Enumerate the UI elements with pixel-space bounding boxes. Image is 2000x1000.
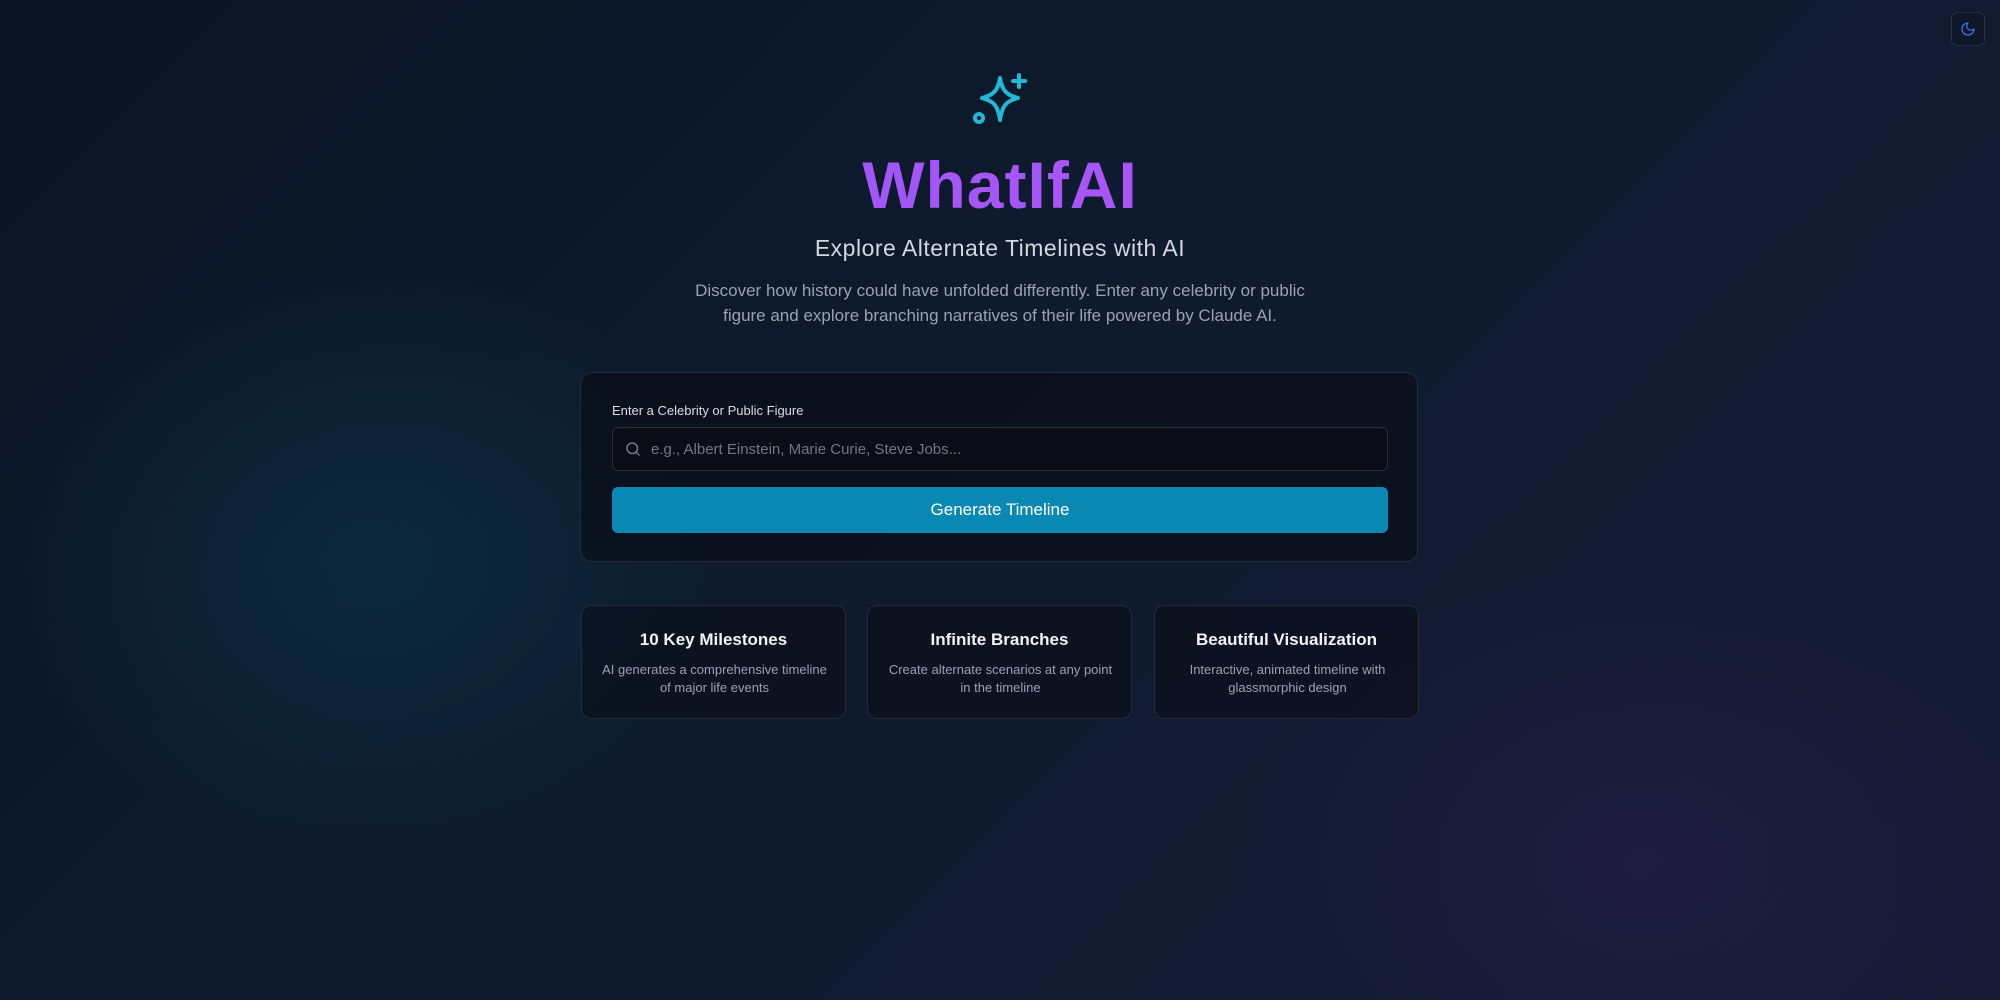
- sparkles-icon: [973, 73, 1027, 124]
- moon-icon: [1961, 22, 1975, 36]
- feature-description: Interactive, animated timeline with glas…: [1189, 662, 1386, 695]
- search-icon: [626, 442, 640, 456]
- search-input[interactable]: [642, 427, 1387, 471]
- feature-description: AI generates a comprehensive timeline of…: [602, 662, 827, 695]
- feature-title: Beautiful Visualization: [1195, 630, 1378, 649]
- page-subtitle: Explore Alternate Timelines with AI: [814, 235, 1186, 261]
- theme-toggle-button[interactable]: [1951, 12, 1985, 46]
- feature-card-milestones: 10 Key Milestones AI generates a compreh…: [581, 605, 846, 719]
- search-field[interactable]: [612, 427, 1388, 471]
- page-description: Discover how history could have unfolded…: [695, 281, 1305, 325]
- generate-timeline-button[interactable]: Generate Timeline: [612, 487, 1388, 533]
- search-card: Enter a Celebrity or Public Figure Gener…: [580, 372, 1418, 562]
- feature-description: Create alternate scenarios at any point …: [888, 662, 1113, 695]
- feature-title: 10 Key Milestones: [639, 630, 788, 649]
- feature-card-branches: Infinite Branches Create alternate scena…: [867, 605, 1132, 719]
- search-field-label: Enter a Celebrity or Public Figure: [612, 403, 804, 418]
- feature-card-visualization: Beautiful Visualization Interactive, ani…: [1154, 605, 1419, 719]
- app-title: WhatIfAI: [0, 140, 2000, 230]
- feature-title: Infinite Branches: [930, 630, 1069, 649]
